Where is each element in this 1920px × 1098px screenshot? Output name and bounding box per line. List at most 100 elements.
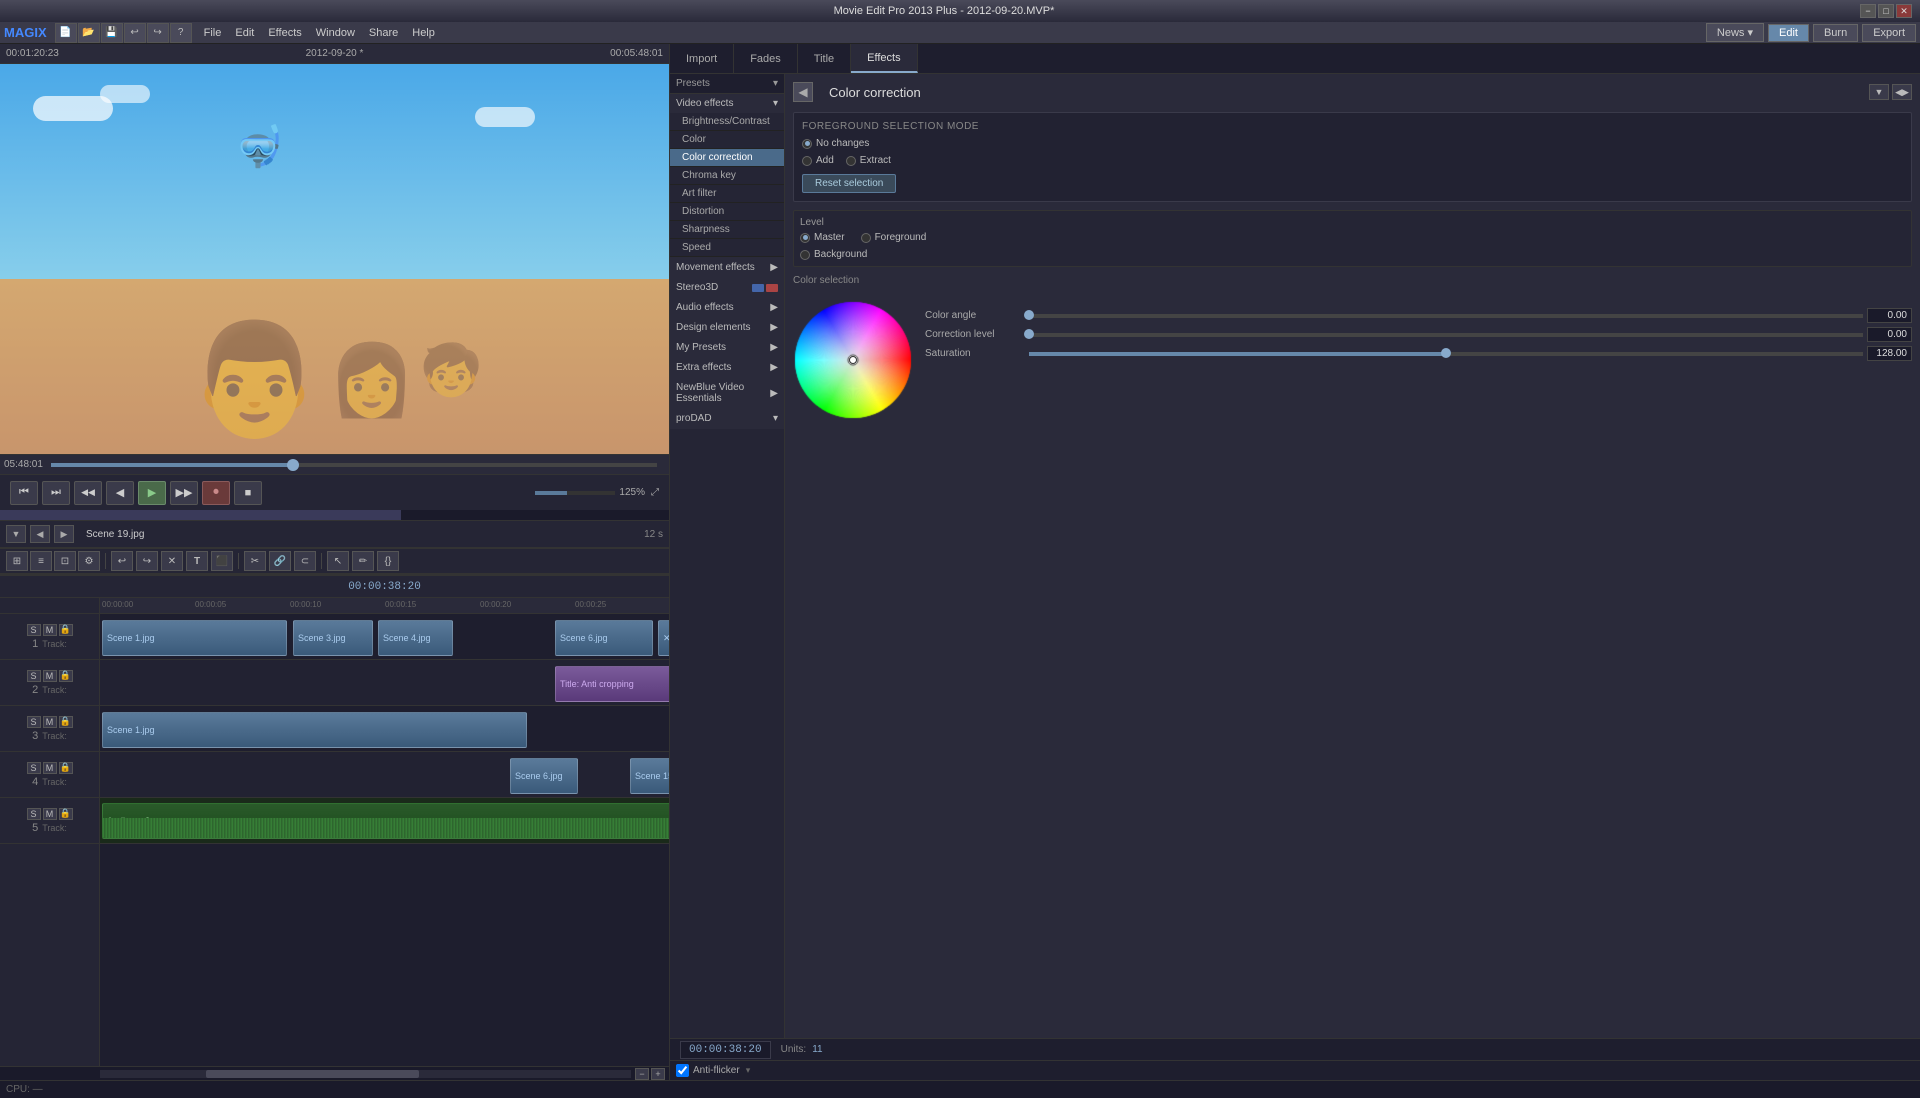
zoom-icon[interactable]: ⤢: [651, 487, 659, 498]
track-1-s-button[interactable]: S: [27, 624, 41, 636]
timeline-progress-bar[interactable]: [51, 463, 657, 467]
play-button[interactable]: ▶: [138, 481, 166, 505]
effect-color[interactable]: Color: [670, 131, 784, 149]
tab-title[interactable]: Title: [798, 44, 851, 73]
track-1-lock-button[interactable]: 🔒: [59, 624, 73, 636]
undo-icon[interactable]: ↩: [124, 23, 146, 43]
timeline-content[interactable]: Scene 1.jpg Scene 3.jpg Scene 4.jpg Scen…: [100, 614, 669, 1066]
saturation-slider[interactable]: [1029, 352, 1863, 356]
clip-scene4[interactable]: Scene 4.jpg: [378, 620, 453, 656]
track-2-lock-button[interactable]: 🔒: [59, 670, 73, 682]
prev-frame-button[interactable]: ◀◀: [74, 481, 102, 505]
color-wheel-container[interactable]: [793, 300, 913, 420]
menu-file[interactable]: File: [198, 25, 228, 41]
tab-fades[interactable]: Fades: [734, 44, 798, 73]
save-icon[interactable]: 💾: [101, 23, 123, 43]
redo-tl-button[interactable]: ↪: [136, 551, 158, 571]
nav-left-button[interactable]: ◀: [30, 525, 50, 543]
track-2-m-button[interactable]: M: [43, 670, 57, 682]
radio-extract[interactable]: Extract: [846, 155, 891, 166]
level-master[interactable]: Master: [800, 232, 845, 243]
clip-scene1-t3[interactable]: Scene 1.jpg: [102, 712, 527, 748]
color-wheel-canvas[interactable]: [793, 300, 913, 420]
clip-audio1[interactable]: Audio.mp3: [102, 803, 669, 839]
effect-sharpness[interactable]: Sharpness: [670, 221, 784, 239]
zoom-in-button[interactable]: +: [651, 1068, 665, 1080]
timeline-view-button[interactable]: ≡: [30, 551, 52, 571]
clip-scene1[interactable]: Scene 1.jpg: [102, 620, 287, 656]
effect-speed[interactable]: Speed: [670, 239, 784, 257]
color-angle-thumb[interactable]: [1024, 310, 1034, 320]
track-3-s-button[interactable]: S: [27, 716, 41, 728]
horizontal-scrub[interactable]: [0, 510, 669, 520]
go-start-button[interactable]: ⏮: [10, 481, 38, 505]
maximize-button[interactable]: □: [1878, 4, 1894, 18]
go-end-button[interactable]: ⏭: [42, 481, 70, 505]
clip-scene8[interactable]: ✕: [658, 620, 669, 656]
scrollbar-thumb[interactable]: [206, 1070, 418, 1078]
effect-distortion[interactable]: Distortion: [670, 203, 784, 221]
effect-color-correction[interactable]: Color correction: [670, 149, 784, 167]
keyframe-button[interactable]: {}: [377, 551, 399, 571]
radio-no-changes[interactable]: No changes: [802, 138, 869, 149]
track-4-m-button[interactable]: M: [43, 762, 57, 774]
effect-chroma-key[interactable]: Chroma key: [670, 167, 784, 185]
scrub-bar[interactable]: 05:48:01: [0, 454, 669, 474]
close-button[interactable]: ✕: [1896, 4, 1912, 18]
color-angle-slider[interactable]: [1029, 314, 1863, 318]
settings-button[interactable]: ⚙: [78, 551, 100, 571]
design-elements-header[interactable]: Design elements ▶: [670, 318, 784, 337]
minimize-button[interactable]: −: [1860, 4, 1876, 18]
my-presets-header[interactable]: My Presets ▶: [670, 338, 784, 357]
cc-filter-button[interactable]: ▼: [1869, 84, 1889, 100]
delete-button[interactable]: ✕: [161, 551, 183, 571]
zoom-slider[interactable]: [535, 491, 615, 495]
nav-down-button[interactable]: ▼: [6, 525, 26, 543]
cc-play-button[interactable]: ◀▶: [1892, 84, 1912, 100]
burn-button[interactable]: Burn: [1813, 24, 1858, 42]
track-5-s-button[interactable]: S: [27, 808, 41, 820]
tab-import[interactable]: Import: [670, 44, 734, 73]
news-button[interactable]: News ▾: [1706, 23, 1764, 42]
stop-button[interactable]: ■: [234, 481, 262, 505]
menu-window[interactable]: Window: [310, 25, 361, 41]
reset-selection-button[interactable]: Reset selection: [802, 174, 896, 193]
edit-button[interactable]: Edit: [1768, 24, 1809, 42]
track-5-m-button[interactable]: M: [43, 808, 57, 820]
track-5-lock-button[interactable]: 🔒: [59, 808, 73, 820]
prodad-header[interactable]: proDAD ▾: [670, 409, 784, 428]
help-icon[interactable]: ?: [170, 23, 192, 43]
forward-button[interactable]: ▶▶: [170, 481, 198, 505]
clip-scene6-t4[interactable]: Scene 6.jpg: [510, 758, 578, 794]
text-tool-button[interactable]: T: [186, 551, 208, 571]
redo-icon[interactable]: ↪: [147, 23, 169, 43]
anti-flicker-checkbox[interactable]: [676, 1064, 689, 1077]
effect-brightness[interactable]: Brightness/Contrast: [670, 113, 784, 131]
video-effects-header[interactable]: Video effects ▾: [670, 94, 784, 113]
menu-share[interactable]: Share: [363, 25, 404, 41]
record-button[interactable]: ⏺: [202, 481, 230, 505]
storyboard-view-button[interactable]: ⊞: [6, 551, 28, 571]
track-4-s-button[interactable]: S: [27, 762, 41, 774]
track-3-m-button[interactable]: M: [43, 716, 57, 728]
color-wheel[interactable]: [793, 300, 913, 420]
level-foreground[interactable]: Foreground: [861, 232, 927, 243]
export-button[interactable]: Export: [1862, 24, 1916, 42]
extra-effects-header[interactable]: Extra effects ▶: [670, 358, 784, 377]
track-1-m-button[interactable]: M: [43, 624, 57, 636]
saturation-thumb[interactable]: [1441, 348, 1451, 358]
clip-title-anti1[interactable]: Title: Anti cropping: [555, 666, 669, 702]
track-4-lock-button[interactable]: 🔒: [59, 762, 73, 774]
anti-flicker-arrow[interactable]: ▾: [746, 1065, 751, 1076]
split-button[interactable]: ✂: [244, 551, 266, 571]
movement-effects-header[interactable]: Movement effects ▶: [670, 258, 784, 277]
clip-scene3[interactable]: Scene 3.jpg: [293, 620, 373, 656]
undo-tl-button[interactable]: ↩: [111, 551, 133, 571]
clip-scene15[interactable]: Scene 15.jpg: [630, 758, 669, 794]
stereo3d-header[interactable]: Stereo3D: [670, 278, 784, 297]
menu-help[interactable]: Help: [406, 25, 441, 41]
newblue-header[interactable]: NewBlue Video Essentials ▶: [670, 378, 784, 408]
radio-add[interactable]: Add: [802, 155, 834, 166]
cut-button[interactable]: ⬛: [211, 551, 233, 571]
effect-art-filter[interactable]: Art filter: [670, 185, 784, 203]
